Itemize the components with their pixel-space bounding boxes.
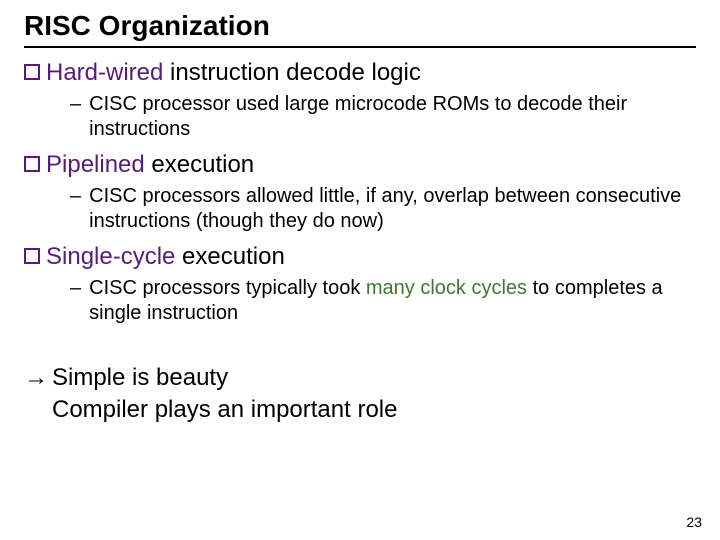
- closing-line-1: → Simple is beauty: [24, 362, 696, 394]
- sub-bullet-text: CISC processors allowed little, if any, …: [89, 184, 696, 234]
- sub-bullet-text: CISC processors typically took many cloc…: [89, 276, 696, 326]
- square-bullet-icon: [24, 156, 40, 172]
- bullet-item: Pipelined execution: [24, 150, 696, 180]
- heading-rest: instruction decode logic: [163, 59, 420, 86]
- bullet-heading: Hard-wired instruction decode logic: [46, 58, 421, 88]
- sub-bullet: – CISC processor used large microcode RO…: [70, 92, 696, 142]
- heading-rest: execution: [145, 151, 254, 178]
- closing-line-2: Compiler plays an important role: [24, 394, 696, 426]
- slide: RISC Organization Hard-wired instruction…: [0, 0, 720, 540]
- slide-title: RISC Organization: [24, 10, 696, 48]
- closing-block: → Simple is beauty Compiler plays an imp…: [24, 362, 696, 427]
- dash-icon: –: [70, 276, 81, 326]
- dash-icon: –: [70, 92, 81, 142]
- closing-text-1: Simple is beauty: [52, 362, 228, 394]
- sub-bullet: – CISC processors typically took many cl…: [70, 276, 696, 326]
- sub-text-green: many clock cycles: [366, 277, 527, 299]
- heading-emphasis: Hard-wired: [46, 59, 163, 86]
- heading-emphasis: Pipelined: [46, 151, 145, 178]
- arrow-spacer: [24, 394, 52, 426]
- closing-text-2: Compiler plays an important role: [52, 394, 397, 426]
- sub-text-pre: CISC processor used large microcode ROMs…: [89, 93, 627, 140]
- dash-icon: –: [70, 184, 81, 234]
- sub-bullet-text: CISC processor used large microcode ROMs…: [89, 92, 696, 142]
- bullet-item: Hard-wired instruction decode logic: [24, 58, 696, 88]
- heading-emphasis: Single-cycle: [46, 243, 175, 270]
- bullet-heading: Single-cycle execution: [46, 242, 285, 272]
- page-number: 23: [686, 514, 702, 530]
- bullet-heading: Pipelined execution: [46, 150, 254, 180]
- sub-text-pre: CISC processors allowed little, if any, …: [89, 185, 681, 232]
- arrow-icon: →: [24, 362, 52, 394]
- sub-bullet: – CISC processors allowed little, if any…: [70, 184, 696, 234]
- sub-text-pre: CISC processors typically took: [89, 277, 366, 299]
- square-bullet-icon: [24, 64, 40, 80]
- heading-rest: execution: [175, 243, 284, 270]
- bullet-item: Single-cycle execution: [24, 242, 696, 272]
- square-bullet-icon: [24, 248, 40, 264]
